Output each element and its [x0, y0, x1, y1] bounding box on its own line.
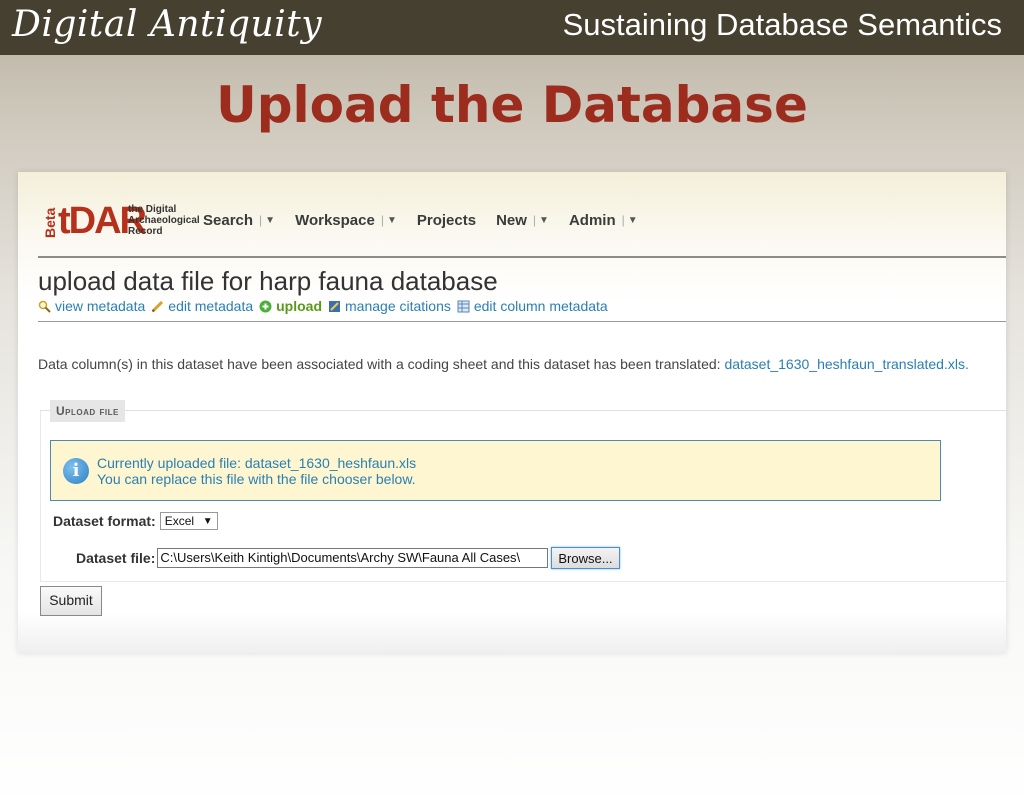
info-icon: i	[63, 458, 89, 484]
beta-label: Beta	[42, 207, 58, 239]
browse-button[interactable]: Browse...	[551, 547, 620, 569]
dataset-file-input[interactable]: C:\Users\Keith Kintigh\Documents\Archy S…	[157, 548, 549, 568]
view-metadata-link[interactable]: view metadata	[38, 298, 145, 314]
chevron-down-icon: ▼	[386, 214, 397, 226]
main-nav: Search | ▼ Workspace | ▼ Projects New | ▼ A…	[203, 209, 658, 231]
translation-info: Data column(s) in this dataset have been…	[38, 356, 969, 372]
dataset-file-label: Dataset file:	[76, 550, 156, 566]
dataset-file-row: Dataset file: C:\Users\Keith Kintigh\Doc…	[76, 547, 620, 569]
chevron-down-icon: ▼	[539, 214, 549, 226]
brand-title: Digital Antiquity	[12, 4, 323, 45]
resource-actions: view metadata edit metadata upload manag…	[38, 298, 614, 314]
manage-citations-link[interactable]: manage citations	[328, 298, 451, 314]
note-edit-icon	[329, 300, 341, 312]
nav-new[interactable]: New | ▼	[496, 212, 549, 229]
notice-text: Currently uploaded file: dataset_1630_he…	[97, 455, 417, 487]
table-icon	[457, 300, 470, 312]
upload-file-legend: Upload file	[50, 400, 125, 422]
magnifier-icon	[38, 300, 51, 313]
current-file-notice: i Currently uploaded file: dataset_1630_…	[50, 440, 941, 501]
dataset-format-select[interactable]: Excel ▼	[159, 512, 218, 530]
app-screenshot: Beta tDAR the Digital Archaeological Rec…	[18, 172, 1007, 653]
page-heading: upload data file for harp fauna database	[38, 266, 498, 296]
chevron-down-icon: ▼	[627, 214, 638, 226]
dataset-format-label: Dataset format:	[53, 513, 156, 529]
current-file-link[interactable]: dataset_1630_heshfaun.xls	[245, 455, 416, 471]
upload-link[interactable]: upload	[259, 298, 322, 314]
section-divider	[38, 321, 1006, 322]
nav-projects[interactable]: Projects	[417, 212, 476, 229]
edit-column-metadata-link[interactable]: edit column metadata	[457, 298, 608, 314]
nav-workspace[interactable]: Workspace | ▼	[295, 212, 397, 229]
dataset-format-row: Dataset format: Excel ▼	[53, 512, 218, 530]
header-divider	[38, 256, 1006, 258]
chevron-down-icon: ▼	[202, 515, 213, 527]
chevron-down-icon: ▼	[265, 214, 276, 226]
nav-search[interactable]: Search | ▼	[203, 212, 275, 229]
edit-metadata-link[interactable]: edit metadata	[151, 298, 253, 314]
banner-subtitle: Sustaining Database Semantics	[562, 7, 1002, 42]
submit-button[interactable]: Submit	[40, 586, 102, 616]
slide-title: Upload the Database	[216, 76, 808, 134]
plus-circle-icon	[259, 300, 272, 312]
translated-file-link[interactable]: dataset_1630_heshfaun_translated.xls.	[724, 356, 968, 372]
nav-admin[interactable]: Admin | ▼	[569, 212, 638, 229]
tdar-tagline: the Digital Archaeological Record	[128, 204, 200, 237]
slide-banner: Digital Antiquity Sustaining Database Se…	[0, 0, 1024, 55]
pencil-icon	[152, 300, 164, 312]
tdar-logo[interactable]: Beta tDAR the Digital Archaeological Rec…	[42, 200, 200, 242]
